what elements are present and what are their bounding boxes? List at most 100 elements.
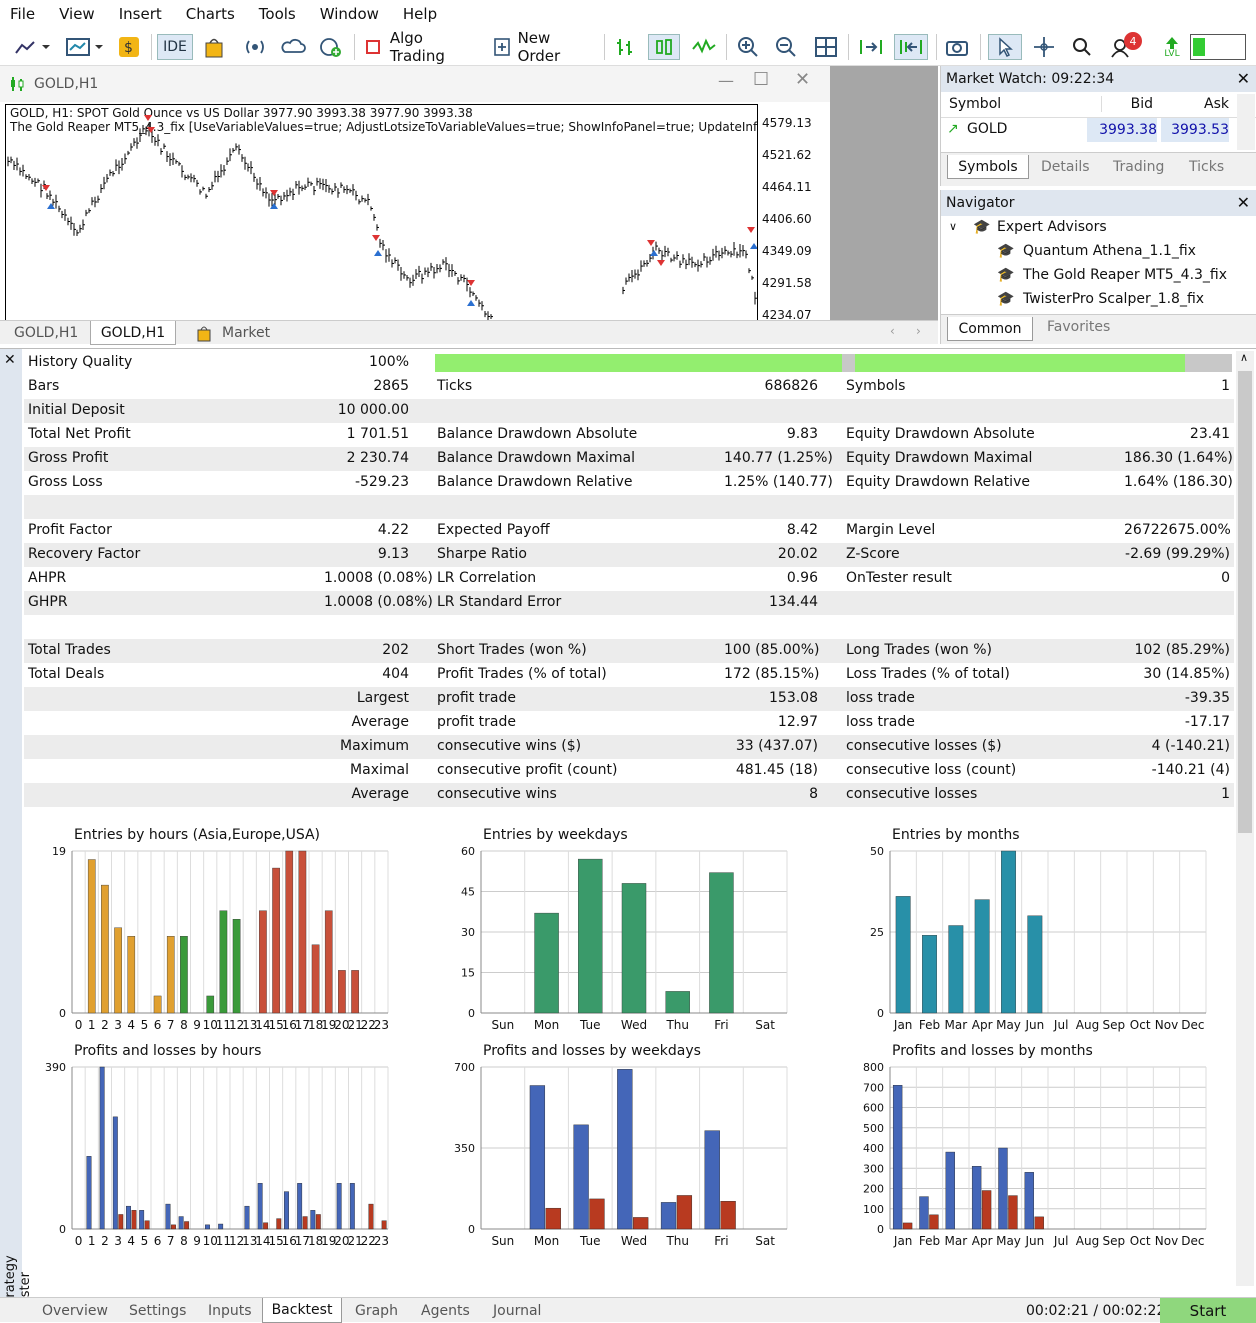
screenshot-icon[interactable] — [942, 34, 972, 60]
chart-shift-icon[interactable] — [894, 34, 928, 60]
chart-tab-2[interactable]: GOLD,H1 — [90, 321, 176, 345]
new-order-button[interactable]: New Order — [492, 29, 596, 65]
stat-value: 0.96 — [786, 570, 818, 586]
menu-charts[interactable]: Charts — [186, 5, 235, 23]
y-tick-label: 0 — [877, 1223, 884, 1236]
nav-root[interactable]: ∨ 🎓 Expert Advisors — [941, 216, 1256, 240]
bar-chart: 0 100 200 300 400 500 600 700 800 Jan Feb Mar Apr May… — [863, 1061, 1207, 1248]
zoom-in-icon[interactable] — [734, 34, 762, 60]
chart-4: Profits and losses by weekdays 0 350 700 Sun… — [433, 1043, 793, 1253]
market-watch-scrollbar[interactable] — [1237, 94, 1255, 150]
close-icon[interactable]: ✕ — [1237, 69, 1250, 88]
stat-label: Total Deals — [28, 666, 105, 682]
price-chart[interactable]: GOLD, H1: SPOT Gold Ounce vs US Dollar 3… — [5, 104, 758, 320]
tester-scrollbar[interactable]: ∧ — [1236, 351, 1254, 1286]
stat-value: 9.13 — [377, 546, 409, 562]
chart-2: Entries by months 0 25 50 Jan Feb Mar Apr May Jun… — [842, 827, 1212, 1037]
market-watch-columns: Symbol Bid Ask — [941, 92, 1256, 118]
close-icon[interactable]: ✕ — [1237, 193, 1250, 212]
candlestick-icon[interactable] — [648, 34, 680, 60]
close-button[interactable]: ✕ — [795, 69, 810, 90]
scroll-up-icon[interactable]: ∧ — [1240, 351, 1248, 364]
tab-favorites[interactable]: Favorites — [1047, 315, 1110, 339]
tab-details[interactable]: Details — [1041, 155, 1090, 179]
menu-help[interactable]: Help — [403, 5, 437, 23]
bar — [87, 859, 96, 1014]
chart-window-icon — [11, 77, 24, 91]
tab-trading[interactable]: Trading — [1113, 155, 1164, 179]
tab-overview[interactable]: Overview — [42, 1298, 108, 1323]
profit-bar — [165, 1203, 171, 1230]
notifications-icon[interactable]: 4 — [1106, 32, 1146, 60]
x-tick-label: 4 — [127, 1018, 135, 1032]
x-tick-label: Sep — [1103, 1018, 1126, 1032]
profiles-icon[interactable] — [62, 34, 108, 60]
x-tick-label: Sun — [491, 1018, 514, 1032]
nav-item[interactable]: 🎓 The Gold Reaper MT5_4.3_fix — [941, 264, 1256, 288]
menu-bar: File View Insert Charts Tools Window Hel… — [0, 0, 1256, 28]
bar-chart-icon[interactable] — [612, 34, 640, 60]
market-bag-icon[interactable] — [202, 34, 226, 60]
stat-value: 4 (-140.21) — [1151, 738, 1230, 754]
tabs-scroll-left-icon[interactable]: ‹ — [890, 324, 895, 338]
lvl-icon[interactable]: LVL — [1158, 34, 1186, 60]
tab-agents[interactable]: Agents — [421, 1298, 470, 1323]
close-icon[interactable]: ✕ — [4, 352, 16, 368]
tabs-scroll-right-icon[interactable]: › — [916, 324, 921, 338]
tab-inputs[interactable]: Inputs — [208, 1298, 252, 1323]
col-symbol[interactable]: Symbol — [949, 96, 1001, 112]
chart-tab-market[interactable]: Market — [196, 321, 270, 345]
menu-file[interactable]: File — [10, 5, 35, 23]
vps-cloud-icon[interactable] — [280, 34, 306, 60]
bar — [101, 884, 109, 1014]
stat-value: 9.83 — [786, 426, 818, 442]
tab-graph[interactable]: Graph — [355, 1298, 398, 1323]
crosshair-icon[interactable] — [1030, 34, 1058, 60]
menu-window[interactable]: Window — [320, 5, 379, 23]
stat-label: Average — [351, 786, 410, 802]
profit-bar — [529, 1085, 546, 1230]
menu-view[interactable]: View — [59, 5, 95, 23]
tab-common[interactable]: Common — [947, 317, 1033, 341]
stat-value: 23.41 — [1189, 426, 1230, 442]
col-ask[interactable]: Ask — [1155, 96, 1229, 112]
menu-tools[interactable]: Tools — [259, 5, 296, 23]
signals-icon[interactable] — [242, 34, 268, 60]
cursor-icon[interactable] — [988, 34, 1022, 60]
maximize-button[interactable]: ☐ — [753, 69, 769, 90]
line-chart-icon[interactable] — [690, 34, 718, 60]
chart-tab-1[interactable]: GOLD,H1 — [14, 321, 78, 345]
bar — [578, 858, 603, 1014]
start-button[interactable]: Start — [1160, 1298, 1256, 1323]
stat-value: -17.17 — [1184, 714, 1230, 730]
x-tick-label: Fri — [714, 1018, 728, 1032]
nav-item[interactable]: 🎓 TwisterPro Scalper_1.8_fix — [941, 288, 1256, 312]
new-chart-icon[interactable] — [10, 34, 54, 60]
nav-item[interactable]: 🎓 Quantum Athena_1.1_fix — [941, 240, 1256, 264]
svg-text:$: $ — [124, 40, 133, 56]
algo-trading-button[interactable]: Algo Trading — [364, 29, 482, 65]
x-tick-label: 9 — [193, 1018, 201, 1032]
ide-button[interactable]: IDE — [157, 34, 193, 60]
tab-ticks[interactable]: Ticks — [1189, 155, 1224, 179]
market-dollar-icon[interactable]: $ — [116, 34, 142, 60]
stat-value: 0 — [1221, 570, 1230, 586]
community-icon[interactable] — [318, 34, 344, 60]
market-watch-row[interactable]: ↗ GOLD 3993.38 3993.53 — [941, 118, 1256, 142]
minimize-button[interactable]: — — [718, 71, 734, 90]
search-icon[interactable] — [1068, 34, 1096, 60]
tab-backtest[interactable]: Backtest — [262, 1298, 342, 1323]
tile-windows-icon[interactable] — [812, 34, 840, 60]
zoom-out-icon[interactable] — [772, 34, 800, 60]
stat-label: GHPR — [28, 594, 68, 610]
menu-insert[interactable]: Insert — [119, 5, 162, 23]
stat-label: Balance Drawdown Absolute — [437, 426, 638, 442]
y-tick-label: 700 — [863, 1081, 884, 1094]
tab-symbols[interactable]: Symbols — [947, 155, 1029, 179]
trade-arrow — [270, 203, 278, 209]
tab-settings[interactable]: Settings — [129, 1298, 186, 1323]
tab-journal[interactable]: Journal — [493, 1298, 541, 1323]
stat-value: -529.23 — [354, 474, 409, 490]
autoscroll-icon[interactable] — [856, 34, 886, 60]
col-bid[interactable]: Bid — [1101, 96, 1153, 112]
